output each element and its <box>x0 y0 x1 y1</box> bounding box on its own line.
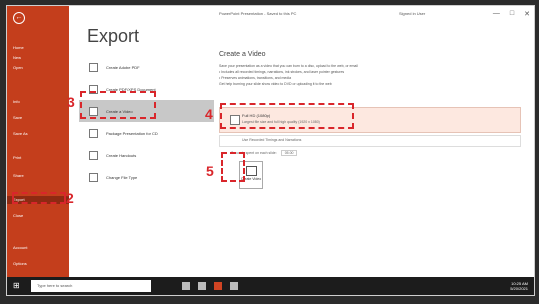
taskbar: ⊞ Type here to search 10:25 AM 5/20/2021 <box>7 277 534 295</box>
highlight-create-button <box>221 152 245 182</box>
page-title: Export <box>87 26 140 46</box>
sidebar-item-open[interactable]: Open <box>13 64 23 72</box>
taskbar-apps <box>182 282 238 290</box>
export-item-label: Create Handouts <box>106 152 137 158</box>
sidebar-item-new[interactable]: New <box>13 54 21 62</box>
taskbar-search-input[interactable]: Type here to search <box>31 280 151 292</box>
sidebar-item-save-as[interactable]: Save As <box>13 130 28 138</box>
sidebar-item-close[interactable]: Close <box>13 212 23 220</box>
highlight-export <box>12 192 66 204</box>
export-item-adobe-pdf[interactable]: Create Adobe PDF <box>79 56 214 78</box>
sidebar-item-share[interactable]: Share <box>13 172 24 180</box>
create-video-panel: Create a Video Save your presentation as… <box>219 51 529 189</box>
maximize-icon[interactable]: □ <box>510 10 514 18</box>
sidebar-item-home[interactable]: Home <box>13 44 24 52</box>
app-window: ← Home New Open Info Save Save As Print … <box>6 5 535 296</box>
window-controls: — □ ✕ <box>493 10 530 18</box>
taskbar-clock[interactable]: 10:25 AM 5/20/2021 <box>510 281 528 291</box>
help-link[interactable]: Get help burning your slide show video t… <box>219 81 529 87</box>
export-item-handouts[interactable]: Create Handouts <box>79 144 214 166</box>
step-number-3: 3 <box>67 94 75 110</box>
seconds-input[interactable]: 05.00 <box>280 150 298 156</box>
timings-label: Use Recorded Timings and Narrations <box>242 138 302 142</box>
timings-dropdown[interactable]: Use Recorded Timings and Narrations <box>219 135 521 147</box>
task-view-icon[interactable] <box>182 282 190 290</box>
back-arrow-icon[interactable]: ← <box>13 12 25 24</box>
export-item-package-cd[interactable]: Package Presentation for CD <box>79 122 214 144</box>
handouts-icon <box>89 150 98 160</box>
sidebar-item-print[interactable]: Print <box>13 154 21 162</box>
file-type-icon <box>89 172 98 182</box>
minimize-icon[interactable]: — <box>493 10 500 18</box>
close-icon[interactable]: ✕ <box>524 10 530 18</box>
sidebar-item-save[interactable]: Save <box>13 114 22 122</box>
sidebar-item-account[interactable]: Account <box>13 244 27 252</box>
step-number-2: 2 <box>66 190 74 206</box>
cd-icon <box>89 128 98 138</box>
export-item-label: Change File Type <box>106 174 138 180</box>
step-number-5: 5 <box>206 163 214 179</box>
title-bar: PowerPoint Presentation - Saved to this … <box>69 6 534 24</box>
sidebar-item-options[interactable]: Options <box>13 260 27 268</box>
highlight-create-video <box>80 91 156 119</box>
sidebar-item-info[interactable]: Info <box>13 98 20 106</box>
export-item-change-file-type[interactable]: Change File Type <box>79 166 214 188</box>
export-item-label: Package Presentation for CD <box>106 130 158 136</box>
highlight-quality <box>220 103 354 129</box>
step-number-4: 4 <box>205 106 213 122</box>
window-title: PowerPoint Presentation - Saved to this … <box>219 11 297 16</box>
powerpoint-icon[interactable] <box>214 282 222 290</box>
video-icon <box>246 166 257 176</box>
windows-start-icon[interactable]: ⊞ <box>13 281 23 291</box>
export-item-label: Create Adobe PDF <box>106 64 140 70</box>
backstage-sidebar: ← Home New Open Info Save Save As Print … <box>7 6 69 277</box>
export-options-list: Create Adobe PDF Create PDF/XPS Document… <box>79 56 214 188</box>
panel-title: Create a Video <box>219 51 266 58</box>
pdf-icon <box>89 62 98 72</box>
user-name[interactable]: Signed in User <box>399 11 425 16</box>
browser-icon[interactable] <box>230 282 238 290</box>
file-explorer-icon[interactable] <box>198 282 206 290</box>
clock-date: 5/20/2021 <box>510 286 528 291</box>
